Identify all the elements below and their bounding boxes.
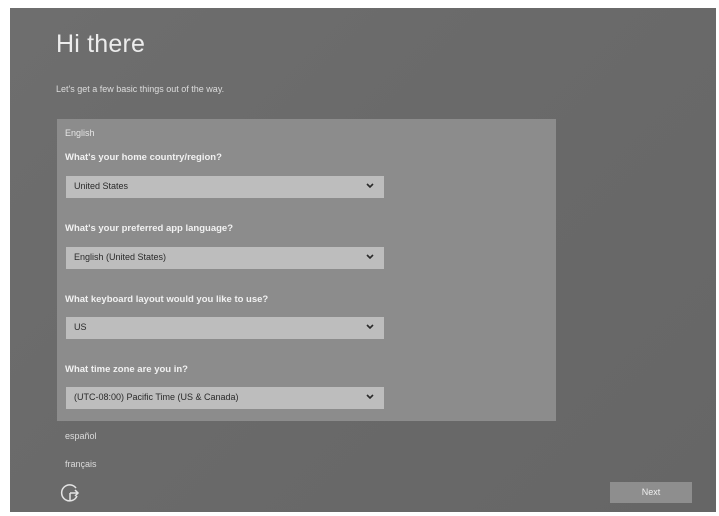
language-option-spanish[interactable]: español [65, 431, 97, 441]
keyboard-dropdown[interactable]: US [66, 317, 384, 339]
app-language-question: What's your preferred app language? [65, 223, 234, 234]
app-language-dropdown[interactable]: English (United States) [66, 247, 384, 269]
country-value: United States [74, 181, 129, 191]
language-option-french[interactable]: français [65, 459, 97, 469]
page-title: Hi there [56, 30, 146, 58]
next-button[interactable]: Next [610, 482, 692, 503]
time-zone-value: (UTC-08:00) Pacific Time (US & Canada) [74, 392, 239, 402]
page-subtitle: Let's get a few basic things out of the … [56, 84, 225, 94]
keyboard-value: US [74, 322, 87, 332]
time-zone-dropdown[interactable]: (UTC-08:00) Pacific Time (US & Canada) [66, 387, 384, 409]
time-zone-question: What time zone are you in? [65, 364, 188, 375]
setup-screen: Hi there Let's get a few basic things ou… [10, 8, 716, 512]
chevron-down-icon [366, 183, 374, 189]
panel-language-label: English [65, 128, 95, 138]
keyboard-question: What keyboard layout would you like to u… [65, 294, 269, 305]
country-dropdown[interactable]: United States [66, 176, 384, 198]
chevron-down-icon [366, 324, 374, 330]
language-panel-english: English What's your home country/region?… [57, 119, 556, 421]
country-question: What's your home country/region? [65, 152, 222, 163]
app-language-value: English (United States) [74, 252, 167, 262]
chevron-down-icon [366, 394, 374, 400]
chevron-down-icon [366, 254, 374, 260]
ease-of-access-icon[interactable] [59, 482, 81, 504]
